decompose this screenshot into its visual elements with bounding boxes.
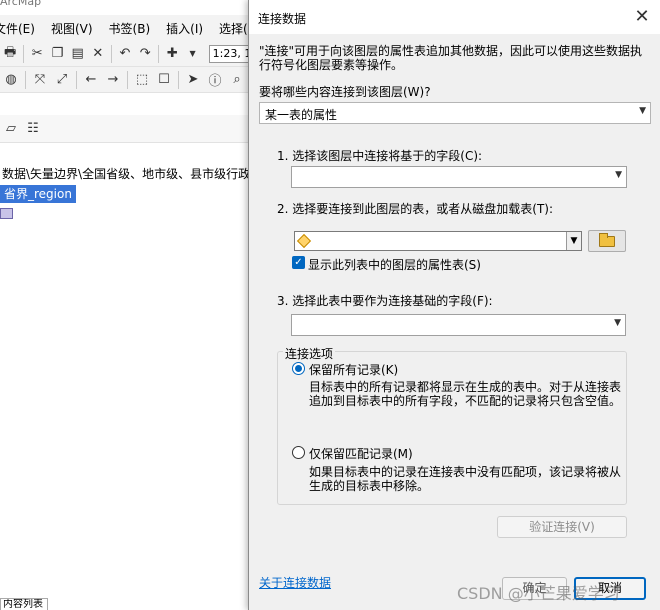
join-what-dropdown[interactable]: 某一表的属性 ▼ — [259, 102, 651, 124]
toc-layer-selected[interactable]: 省界_region — [0, 185, 76, 203]
forward-arrow-icon[interactable]: → — [105, 72, 121, 88]
back-arrow-icon[interactable]: ← — [83, 72, 99, 88]
toolbar-separator — [25, 70, 26, 89]
keep-matching-records-description: 如果目标表中的记录在连接表中没有匹配项，该记录将被从生成的目标表中移除。 — [309, 465, 622, 493]
copy-icon[interactable]: ❐ — [50, 46, 64, 62]
keep-matching-records-radio[interactable] — [292, 446, 305, 459]
table-join-field-dropdown[interactable]: ▼ — [291, 314, 626, 336]
delete-icon[interactable]: ✕ — [91, 46, 105, 62]
keep-all-records-description: 目标表中的所有记录都将显示在生成的表中。对于从连接表追加到目标表中的所有字段，不… — [309, 380, 622, 408]
select-features-icon[interactable]: ⬚ — [134, 72, 150, 88]
identify-icon[interactable]: ⓘ — [207, 72, 223, 89]
show-layers-checkbox-label[interactable]: 显示此列表中的图层的属性表(S) — [308, 256, 481, 273]
menu-bar: 文件(E) 视图(V) 书签(B) 插入(I) 选择(S) — [0, 15, 260, 41]
join-what-label: 要将哪些内容连接到该图层(W)? — [259, 85, 431, 99]
menu-view[interactable]: 视图(V) — [51, 20, 93, 37]
layer-symbol-swatch — [0, 208, 13, 219]
show-layers-checkbox[interactable]: ✓ — [292, 256, 305, 269]
paste-icon[interactable]: ▤ — [71, 46, 85, 62]
join-table-dropdown[interactable]: ▼ — [294, 231, 582, 251]
menu-file[interactable]: 文件(E) — [0, 20, 35, 37]
chevron-down-icon[interactable]: ▼ — [566, 232, 581, 250]
globe-icon[interactable]: ◍ — [3, 72, 19, 88]
add-data-icon[interactable]: ✚ — [165, 46, 179, 62]
dialog-title-bar: 连接数据 ✕ — [249, 0, 660, 34]
toolbar-separator — [178, 70, 179, 89]
csdn-watermark: CSDN @小芒果爱学习 — [457, 584, 620, 603]
close-icon[interactable]: ✕ — [633, 8, 651, 26]
layer-join-field-dropdown[interactable]: ▼ — [291, 166, 627, 188]
step1-label: 1. 选择该图层中连接将基于的字段(C): — [277, 149, 483, 163]
chevron-down-icon: ▼ — [615, 170, 622, 180]
keep-all-records-label[interactable]: 保留所有记录(K) — [309, 361, 398, 378]
join-what-value: 某一表的属性 — [265, 108, 338, 122]
list-by-drawing-order-icon[interactable]: ▱ — [3, 121, 19, 137]
toolbar-separator — [158, 44, 160, 63]
zoom-out-fixed-icon[interactable]: ⤢ — [54, 72, 70, 88]
chevron-down-icon: ▼ — [614, 318, 621, 328]
dialog-description: "连接"可用于向该图层的属性表追加其他数据，因此可以使用这些数据执行符号化图层要… — [259, 44, 643, 72]
map-scale-input[interactable]: 1:23, 18 — [208, 44, 251, 63]
toc-bottom-tab[interactable]: 内容列表 — [0, 598, 48, 610]
toolbar-separator — [127, 70, 128, 89]
toolbar-separator — [110, 44, 112, 63]
standard-toolbar: 🖶 ✂ ❐ ▤ ✕ ↶ ↷ ✚ ▼ 1:23, 18 — [0, 41, 251, 67]
redo-icon[interactable]: ↷ — [138, 46, 152, 62]
undo-icon[interactable]: ↶ — [118, 46, 132, 62]
menu-insert[interactable]: 插入(I) — [166, 20, 203, 37]
zoom-in-fixed-icon[interactable]: ⤧ — [32, 72, 48, 88]
chevron-down-icon: ▼ — [639, 106, 646, 116]
step2-label: 2. 选择要连接到此图层的表，或者从磁盘加载表(T): — [277, 202, 554, 216]
app-title: ArcMap — [0, 0, 42, 8]
keep-matching-records-label[interactable]: 仅保留匹配记录(M) — [309, 445, 413, 462]
dialog-title: 连接数据 — [258, 12, 307, 26]
pointer-icon[interactable]: ➤ — [185, 72, 201, 88]
keep-all-records-radio[interactable] — [292, 362, 305, 375]
clear-selection-icon[interactable]: ☐ — [156, 72, 172, 88]
print-icon[interactable]: 🖶 — [3, 45, 17, 62]
chevron-down-icon[interactable]: ▼ — [185, 46, 199, 62]
validate-join-button[interactable]: 验证连接(V) — [497, 516, 627, 538]
toolbar-separator — [76, 70, 77, 89]
tools-toolbar: ◍ ⤧ ⤢ ← → ⬚ ☐ ➤ ⓘ ⌕ — [0, 67, 250, 93]
browse-table-button[interactable] — [588, 230, 626, 252]
about-joining-link[interactable]: 关于连接数据 — [259, 574, 331, 591]
join-data-dialog: 连接数据 ✕ "连接"可用于向该图层的属性表追加其他数据，因此可以使用这些数据执… — [248, 0, 660, 610]
menu-bookmarks[interactable]: 书签(B) — [109, 20, 151, 37]
step3-label: 3. 选择此表中要作为连接基础的字段(F): — [277, 294, 493, 308]
open-folder-icon — [599, 232, 615, 247]
table-diamond-icon — [296, 233, 312, 249]
list-by-source-icon[interactable]: ☷ — [25, 121, 41, 137]
toc-toolbar: ▱ ☷ — [0, 115, 250, 143]
toc-data-path: 数据\矢量边界\全国省级、地市级、县市级行政 — [2, 167, 250, 181]
cut-icon[interactable]: ✂ — [30, 46, 44, 62]
toolbar-separator — [23, 44, 25, 63]
join-options-title: 连接选项 — [283, 345, 336, 362]
find-icon[interactable]: ⌕ — [229, 72, 245, 88]
